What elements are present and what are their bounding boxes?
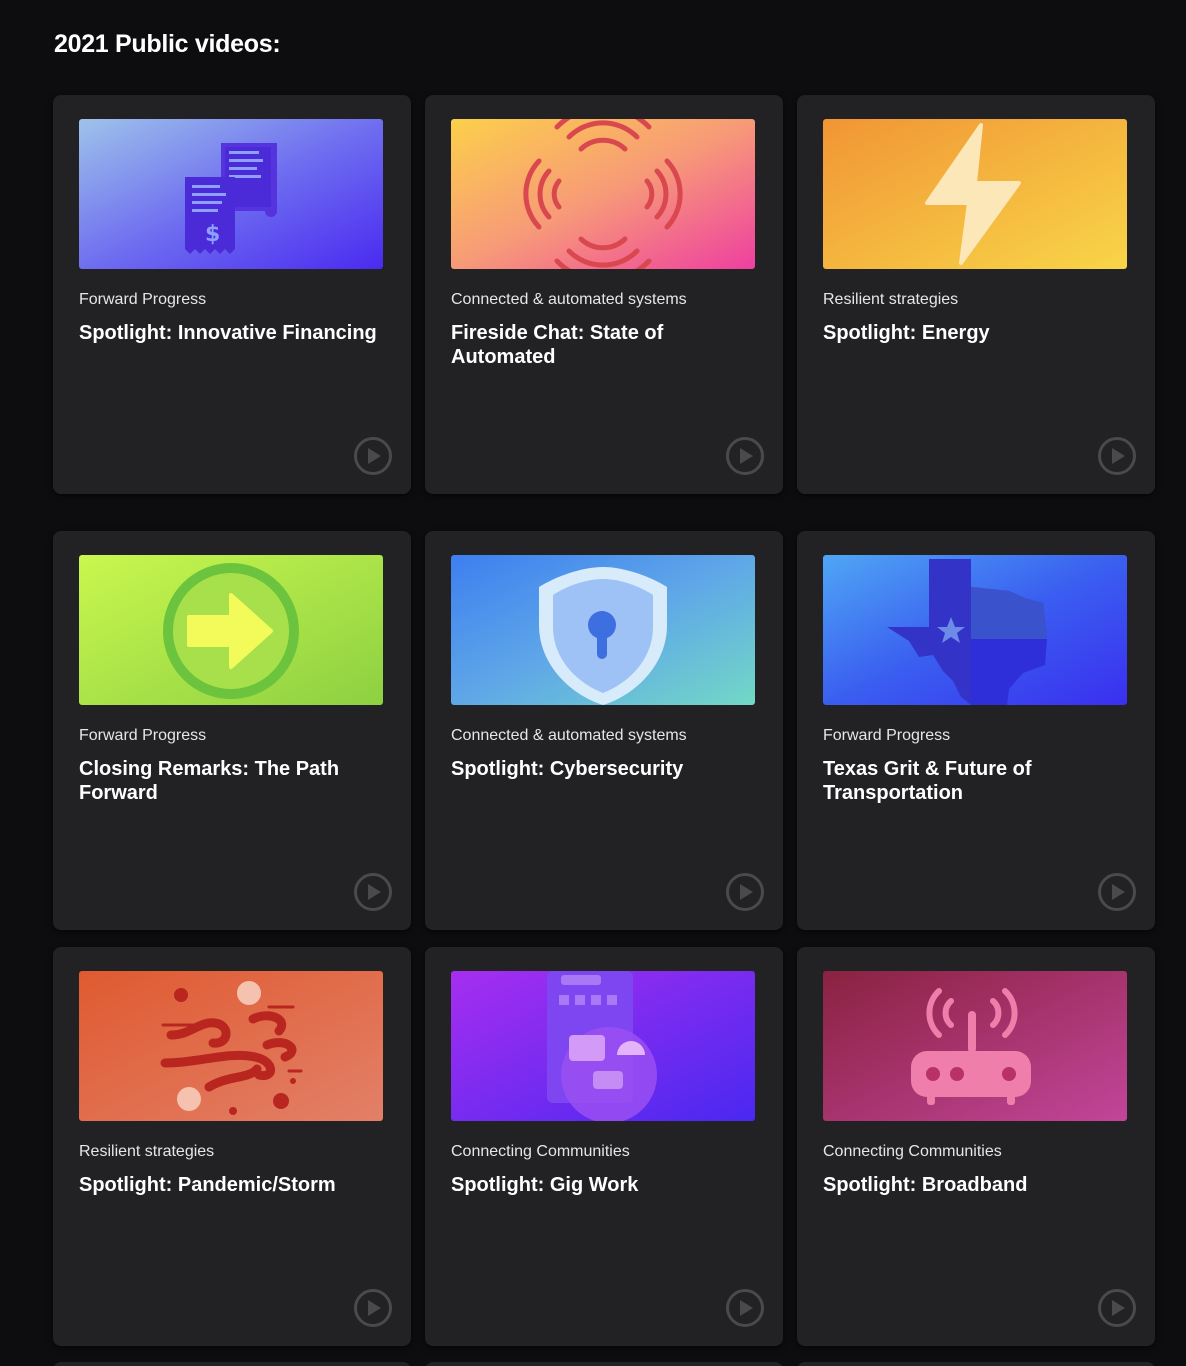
video-thumbnail[interactable]: $ — [79, 119, 383, 269]
video-title[interactable]: Spotlight: Cybersecurity — [451, 757, 751, 781]
router-icon — [823, 971, 1127, 1121]
video-card[interactable]: Resilient strategies Spotlight: Energy — [797, 95, 1155, 494]
shield-lock-icon — [451, 555, 755, 705]
play-icon[interactable] — [353, 872, 393, 912]
video-category: Connected & automated systems — [451, 727, 687, 744]
video-thumbnail[interactable] — [79, 555, 383, 705]
video-title[interactable]: Texas Grit & Future of Transportation — [823, 757, 1123, 805]
video-card-partial[interactable] — [797, 1362, 1155, 1366]
video-card-partial[interactable] — [425, 1362, 783, 1366]
video-card[interactable]: Resilient strategies Spotlight: Pandemic… — [53, 947, 411, 1346]
play-icon[interactable] — [1097, 872, 1137, 912]
video-category: Connecting Communities — [823, 1143, 1002, 1160]
texas-map-icon — [823, 555, 1127, 705]
video-category: Forward Progress — [79, 291, 207, 308]
video-card[interactable]: Connecting Communities Spotlight: Gig Wo… — [425, 947, 783, 1346]
video-title[interactable]: Spotlight: Gig Work — [451, 1173, 751, 1197]
video-category: Connected & automated systems — [451, 291, 687, 308]
video-category: Resilient strategies — [79, 1143, 215, 1160]
video-card[interactable]: Forward Progress Texas Grit & Future of … — [797, 531, 1155, 930]
video-category: Connecting Communities — [451, 1143, 630, 1160]
video-thumbnail[interactable] — [79, 971, 383, 1121]
wind-virus-icon — [79, 971, 383, 1121]
video-category: Resilient strategies — [823, 291, 959, 308]
video-thumbnail[interactable] — [451, 971, 755, 1121]
video-title[interactable]: Spotlight: Broadband — [823, 1173, 1123, 1197]
video-card[interactable]: Connected & automated systems Fireside C… — [425, 95, 783, 494]
video-card[interactable]: Connected & automated systems Spotlight:… — [425, 531, 783, 930]
play-icon[interactable] — [725, 1288, 765, 1328]
receipts-icon: $ — [79, 119, 383, 269]
video-thumbnail[interactable] — [823, 555, 1127, 705]
video-thumbnail[interactable] — [823, 119, 1127, 269]
play-icon[interactable] — [1097, 1288, 1137, 1328]
video-title[interactable]: Spotlight: Innovative Financing — [79, 321, 379, 345]
play-icon[interactable] — [725, 436, 765, 476]
video-card-partial[interactable] — [53, 1362, 411, 1366]
video-title[interactable]: Closing Remarks: The Path Forward — [79, 757, 379, 805]
video-card[interactable]: Forward Progress Closing Remarks: The Pa… — [53, 531, 411, 930]
lightning-icon — [823, 119, 1127, 269]
video-title[interactable]: Spotlight: Pandemic/Storm — [79, 1173, 379, 1197]
play-icon[interactable] — [725, 872, 765, 912]
video-thumbnail[interactable] — [451, 555, 755, 705]
phone-delivery-icon — [451, 971, 755, 1121]
play-icon[interactable] — [1097, 436, 1137, 476]
video-thumbnail[interactable] — [823, 971, 1127, 1121]
video-title[interactable]: Fireside Chat: State of Automated — [451, 321, 751, 369]
page-title: 2021 Public videos: — [54, 30, 281, 58]
svg-text:$: $ — [205, 222, 220, 247]
video-card[interactable]: Connecting Communities Spotlight: Broadb… — [797, 947, 1155, 1346]
signal-icon — [451, 119, 755, 269]
arrow-circle-icon — [79, 555, 383, 705]
video-category: Forward Progress — [823, 727, 951, 744]
play-icon[interactable] — [353, 436, 393, 476]
play-icon[interactable] — [353, 1288, 393, 1328]
video-category: Forward Progress — [79, 727, 207, 744]
video-card[interactable]: $ Forward Progress Spotlight: Innovative… — [53, 95, 411, 494]
video-thumbnail[interactable] — [451, 119, 755, 269]
video-title[interactable]: Spotlight: Energy — [823, 321, 1123, 345]
